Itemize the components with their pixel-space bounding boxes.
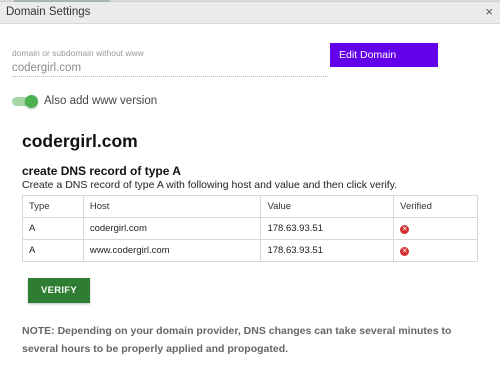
dns-record-table: Type Host Value Verified A codergirl.com… [22,195,478,262]
column-header-value: Value [260,195,395,218]
table-row: A codergirl.com 178.63.93.51 ✕ [22,217,478,240]
domain-field-label: domain or subdomain without www [12,48,144,58]
toggle-knob [25,95,38,108]
www-toggle[interactable] [12,95,38,108]
dns-record-heading: create DNS record of type A [22,164,181,178]
column-header-type: Type [22,195,84,218]
dialog-header: Domain Settings × [0,2,500,24]
domain-field: domain or subdomain without www [12,48,330,78]
domain-heading: codergirl.com [22,131,138,151]
close-icon[interactable]: × [485,4,493,20]
column-header-verified: Verified [393,195,478,218]
domain-input[interactable] [12,59,328,77]
cell-verified: ✕ [393,217,478,240]
cell-type: A [22,217,84,240]
table-row: A www.codergirl.com 178.63.93.51 ✕ [22,239,478,262]
table-header-row: Type Host Value Verified [22,195,478,218]
dns-note: NOTE: Depending on your domain provider,… [22,325,452,355]
verify-button[interactable]: VERIFY [28,278,90,303]
cell-value: 178.63.93.51 [260,217,395,240]
cell-host: www.codergirl.com [82,239,262,262]
column-header-host: Host [82,195,262,218]
edit-domain-button[interactable]: Edit Domain [330,43,438,67]
cell-type: A [22,239,84,262]
www-toggle-label: Also add www version [44,95,158,107]
dialog-title: Domain Settings [6,6,91,18]
error-icon: ✕ [400,225,410,234]
dns-record-description: Create a DNS record of type A with follo… [22,179,398,191]
error-icon: ✕ [400,247,410,256]
cell-verified: ✕ [393,239,478,262]
cell-value: 178.63.93.51 [260,239,395,262]
cell-host: codergirl.com [82,217,262,240]
